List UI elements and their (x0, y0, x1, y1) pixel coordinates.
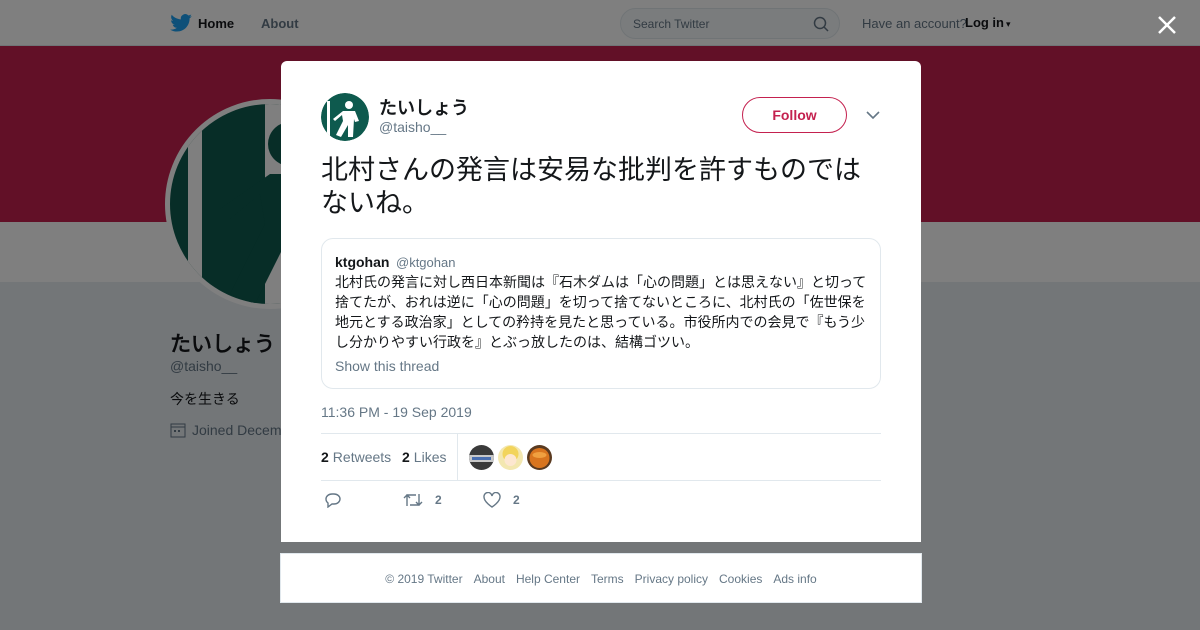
retweet-action[interactable]: 2 (403, 492, 442, 508)
tweet-stats: 2 Retweets 2 Likes (321, 433, 881, 481)
liker-avatar[interactable] (498, 445, 523, 470)
author-avatar[interactable] (321, 93, 369, 141)
likes-stat[interactable]: 2 Likes (402, 449, 446, 465)
footer-link-cookies[interactable]: Cookies (719, 572, 762, 586)
footer-link-privacy[interactable]: Privacy policy (635, 572, 708, 586)
like-count: 2 (513, 493, 520, 507)
footer-link-about[interactable]: About (474, 572, 505, 586)
modal-footer: © 2019 Twitter About Help Center Terms P… (280, 553, 922, 603)
likes-count: 2 (402, 449, 410, 465)
show-thread-link[interactable]: Show this thread (335, 358, 439, 374)
retweet-icon (403, 494, 423, 506)
quoted-author-handle: @ktgohan (396, 255, 456, 270)
liker-avatar[interactable] (469, 445, 494, 470)
liker-avatar-image-icon (527, 445, 552, 470)
heart-icon (483, 492, 501, 508)
footer-links: © 2019 Twitter About Help Center Terms P… (281, 572, 921, 586)
liker-avatar-image-icon (498, 445, 523, 470)
tweet-timestamp[interactable]: 11:36 PM - 19 Sep 2019 (321, 404, 472, 420)
quoted-tweet[interactable]: ktgohan @ktgohan 北村氏の発言に対し西日本新聞は『石木ダムは「心… (321, 238, 881, 389)
stats-divider (457, 434, 458, 480)
likes-label: Likes (413, 449, 447, 465)
footer-link-terms[interactable]: Terms (591, 572, 624, 586)
author-name[interactable]: たいしょう (379, 94, 469, 120)
like-action[interactable]: 2 (483, 492, 520, 508)
footer-link-ads-info[interactable]: Ads info (773, 572, 816, 586)
close-icon[interactable] (1155, 13, 1179, 37)
liker-avatar[interactable] (527, 445, 552, 470)
footer-link-help-center[interactable]: Help Center (516, 572, 580, 586)
tweet-text: 北村さんの発言は安易な批判を許すものではないね。 (321, 155, 861, 219)
liker-avatar-image-icon (469, 445, 494, 470)
retweet-count: 2 (435, 493, 442, 507)
quoted-tweet-text: 北村氏の発言に対し西日本新聞は『石木ダムは「心の問題」とは思えない』と切って捨て… (335, 275, 867, 351)
reply-action[interactable] (324, 492, 342, 508)
reply-icon (325, 493, 341, 508)
follow-button[interactable]: Follow (742, 97, 847, 133)
quoted-author-name: ktgohan (335, 254, 390, 270)
retweets-count: 2 (321, 449, 329, 465)
walking-figure-logo-icon (321, 93, 369, 141)
chevron-down-icon[interactable] (866, 110, 880, 120)
retweets-label: Retweets (332, 449, 392, 465)
tweet-modal: たいしょう @taisho__ Follow 北村さんの発言は安易な批判を許すも… (281, 61, 921, 542)
author-handle[interactable]: @taisho__ (379, 119, 446, 135)
retweets-stat[interactable]: 2 Retweets (321, 449, 391, 465)
footer-copyright: © 2019 Twitter (385, 572, 463, 586)
